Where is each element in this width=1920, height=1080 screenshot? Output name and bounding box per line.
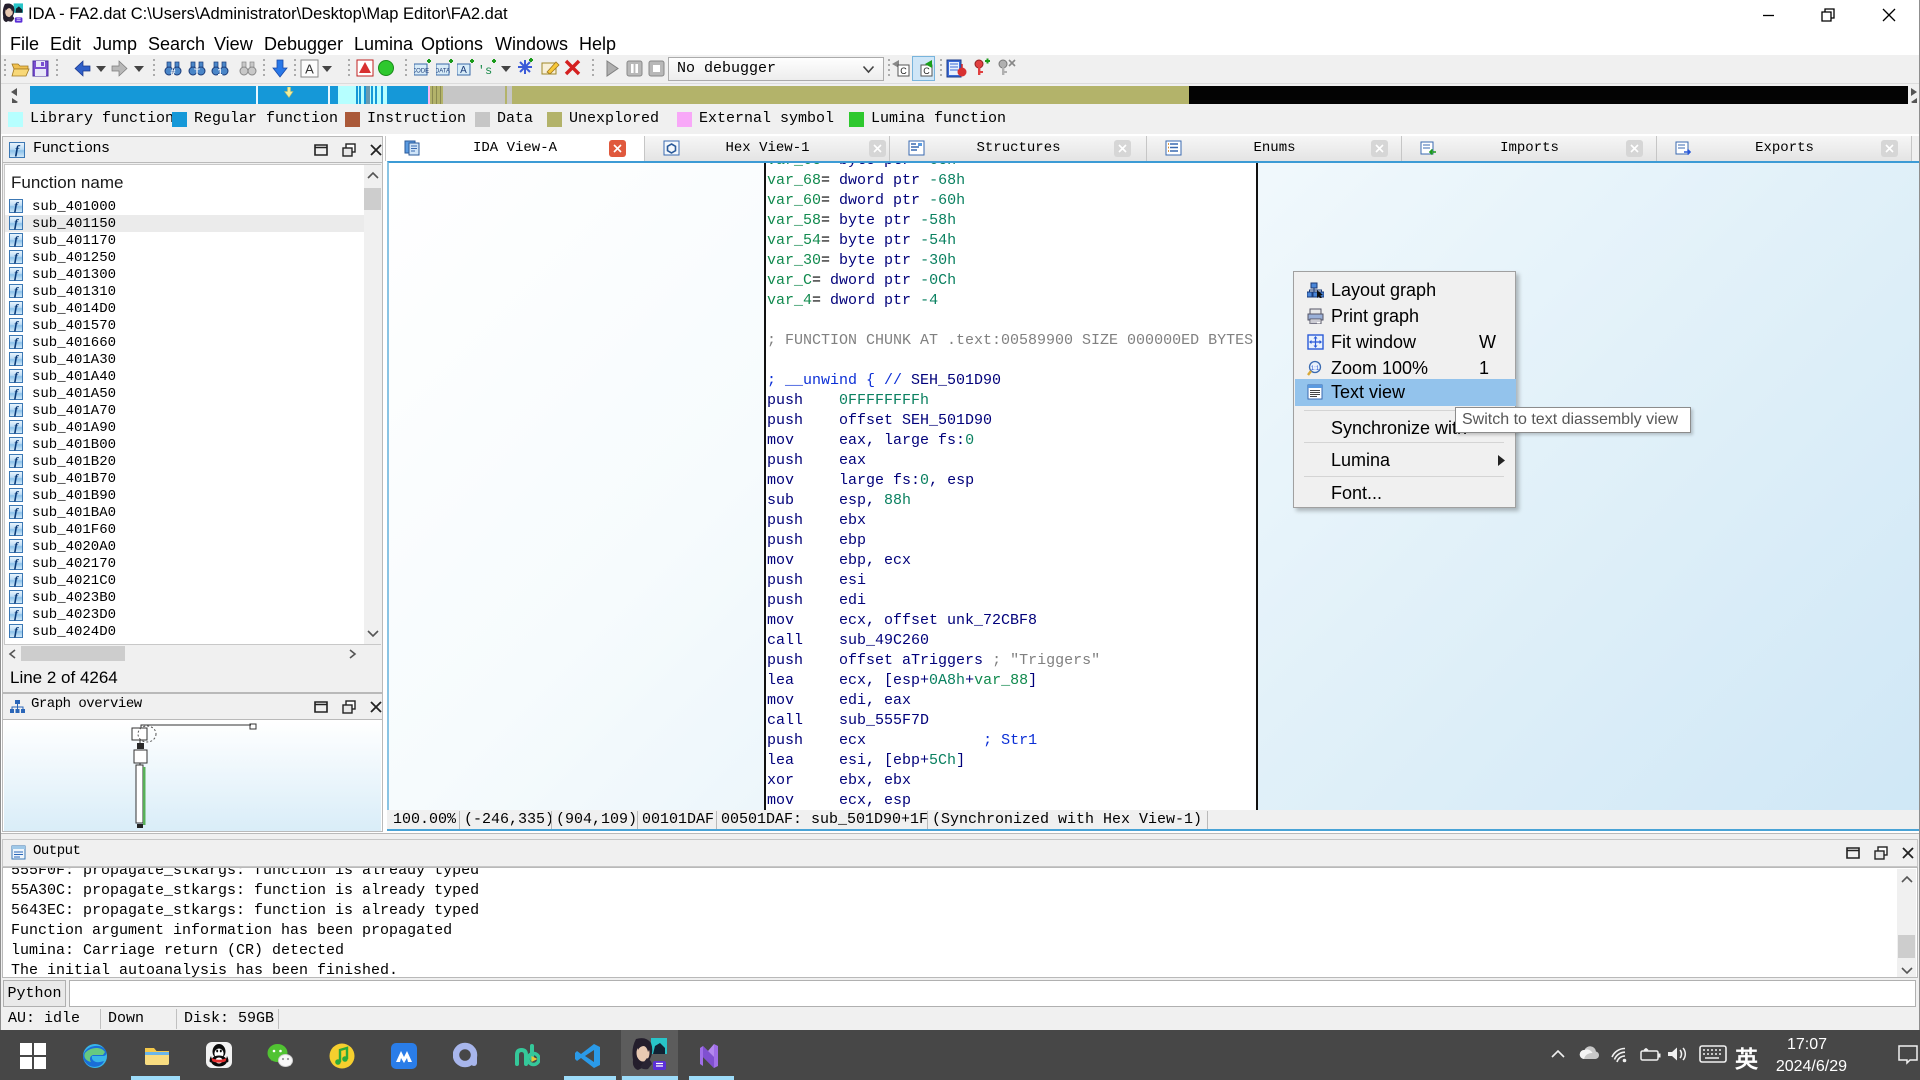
svg-text:A: A <box>305 62 314 77</box>
svg-text:C: C <box>900 66 907 76</box>
svg-text:DATA: DATA <box>436 69 450 75</box>
svg-text:'s: 's <box>479 64 492 78</box>
svg-text:T: T <box>194 67 200 77</box>
svg-text:A: A <box>460 65 467 76</box>
svg-text:1: 1 <box>217 67 222 77</box>
svg-text:C: C <box>923 66 930 76</box>
svg-text:1:1: 1:1 <box>1311 366 1320 372</box>
svg-text:CODE: CODE <box>414 69 429 75</box>
svg-text:#: # <box>170 67 175 77</box>
